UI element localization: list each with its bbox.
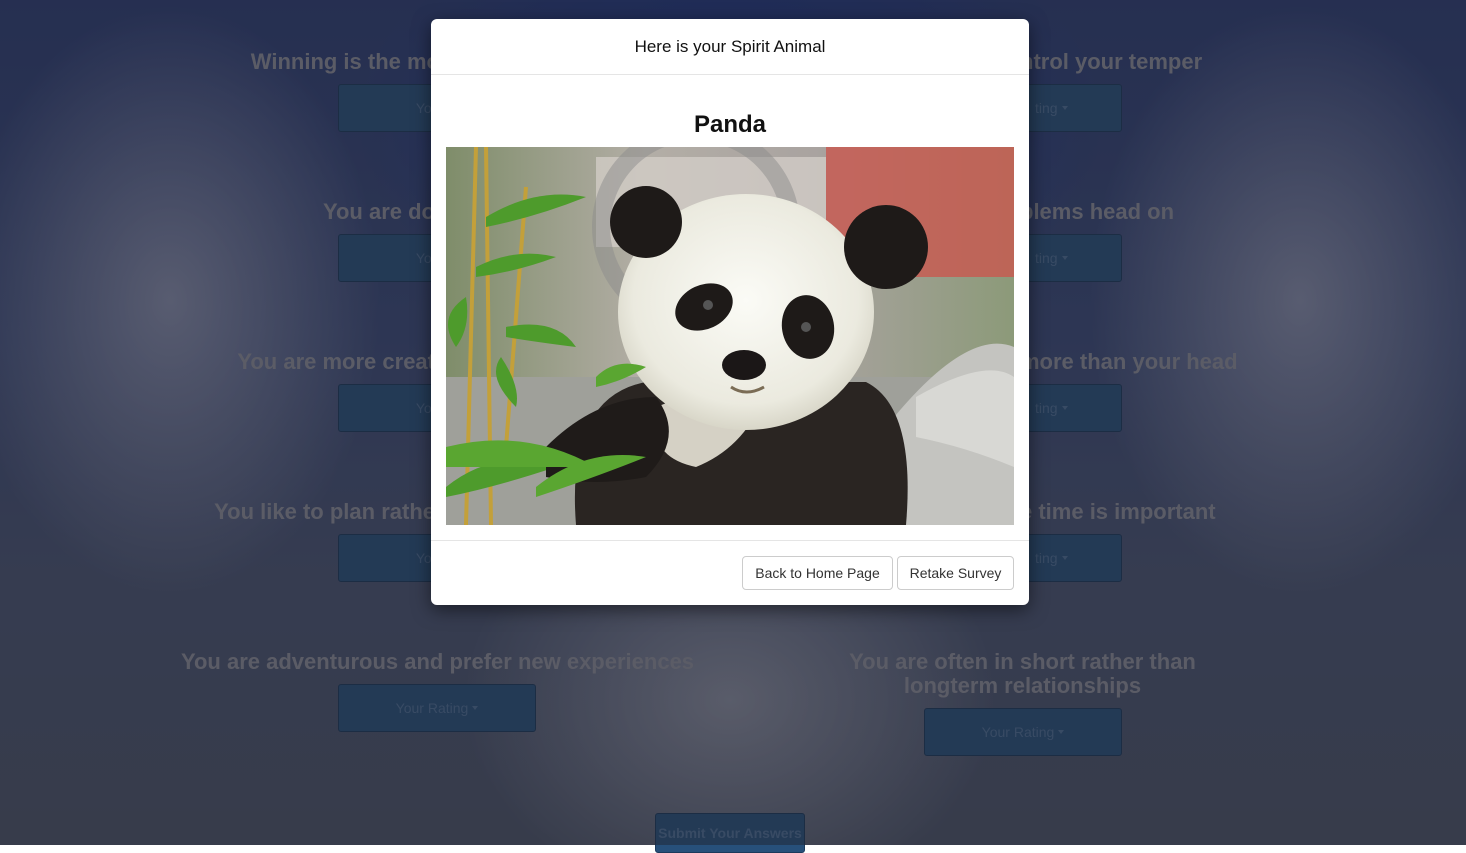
spirit-animal-modal: Here is your Spirit Animal Panda Back to…: [431, 19, 1029, 605]
modal-header: Here is your Spirit Animal: [431, 19, 1029, 75]
retake-survey-button[interactable]: Retake Survey: [897, 556, 1014, 590]
animal-photo: [446, 147, 1014, 525]
animal-name: Panda: [693, 111, 767, 138]
modal-footer: Back to Home Page Retake Survey: [431, 540, 1029, 605]
back-to-home-button[interactable]: Back to Home Page: [742, 556, 893, 590]
modal-body: Panda: [431, 75, 1029, 541]
modal-title: Here is your Spirit Animal: [634, 36, 826, 56]
panda-image: [446, 147, 1014, 525]
